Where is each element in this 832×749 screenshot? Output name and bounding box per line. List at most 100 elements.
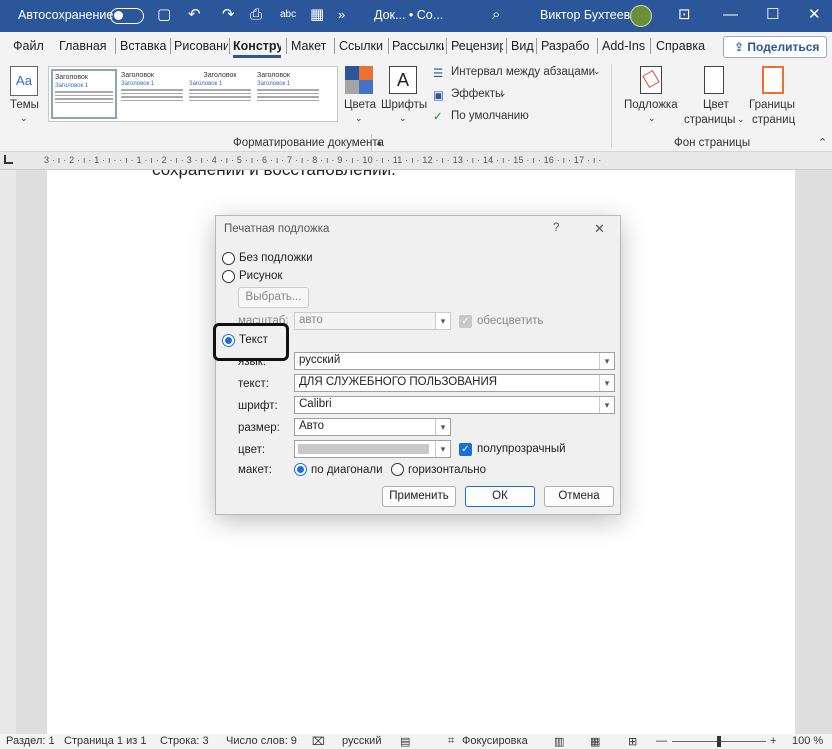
- tab-draw[interactable]: Рисовани: [174, 39, 228, 53]
- horizontal-label[interactable]: горизонтально: [408, 464, 486, 476]
- no-watermark-label[interactable]: Без подложки: [239, 252, 313, 264]
- page-color-label-2[interactable]: страницы: [684, 114, 735, 126]
- status-focus[interactable]: Фокусировка: [462, 735, 528, 747]
- share-button[interactable]: ⇪ Поделиться: [723, 36, 827, 58]
- semitransparent-label[interactable]: полупрозрачный: [477, 443, 566, 455]
- redo-icon[interactable]: ↷: [222, 6, 235, 24]
- style-set-item[interactable]: Заголовок Заголовок 1: [51, 69, 117, 119]
- themes-icon[interactable]: Aa: [10, 66, 38, 96]
- search-icon[interactable]: ⌕: [492, 6, 500, 24]
- minimize-icon[interactable]: —: [723, 6, 738, 24]
- help-icon[interactable]: ?: [553, 222, 559, 234]
- tab-references[interactable]: Ссылки: [339, 39, 383, 53]
- watermark-label[interactable]: Подложка: [624, 99, 678, 111]
- fonts-icon[interactable]: A: [389, 66, 417, 94]
- zoom-in-icon[interactable]: +: [770, 735, 776, 747]
- tab-stop-icon[interactable]: [4, 155, 13, 164]
- color-combo[interactable]: ▾: [294, 440, 451, 458]
- tab-home[interactable]: Главная: [59, 39, 107, 53]
- read-mode-icon[interactable]: ▥: [554, 735, 564, 748]
- page-borders-label[interactable]: Границы: [749, 99, 795, 111]
- cancel-button[interactable]: Отмена: [544, 486, 614, 507]
- status-words[interactable]: Число слов: 9: [226, 735, 297, 747]
- style-set-item[interactable]: Заголовок Заголовок 1: [187, 69, 253, 119]
- paragraph-spacing-icon[interactable]: ☰: [433, 66, 443, 80]
- style-set-item[interactable]: Заголовок Заголовок 1: [119, 69, 185, 119]
- watermark-icon[interactable]: [640, 66, 662, 94]
- print-layout-icon[interactable]: ▦: [590, 735, 600, 748]
- status-line[interactable]: Строка: 3: [160, 735, 209, 747]
- style-set-item[interactable]: Заголовок Заголовок 1: [255, 69, 321, 119]
- tab-developer[interactable]: Разрабо: [541, 39, 593, 53]
- select-picture-button[interactable]: Выбрать...: [238, 287, 309, 308]
- text-combo[interactable]: ДЛЯ СЛУЖЕБНОГО ПОЛЬЗОВАНИЯ ▾: [294, 374, 615, 392]
- page-borders-icon[interactable]: [762, 66, 784, 94]
- themes-label[interactable]: Темы: [10, 99, 39, 111]
- avatar[interactable]: [630, 5, 652, 27]
- picture-radio[interactable]: [222, 270, 235, 283]
- status-language[interactable]: русский: [342, 735, 381, 747]
- colors-label[interactable]: Цвета: [344, 99, 376, 111]
- status-page[interactable]: Страница 1 из 1: [64, 735, 146, 747]
- tab-file[interactable]: Файл: [13, 39, 44, 53]
- quick-access-icon[interactable]: ▦: [310, 6, 324, 24]
- proofing-icon[interactable]: ⌧: [312, 735, 325, 748]
- effects-icon[interactable]: ▣: [433, 88, 444, 102]
- save-icon[interactable]: ▢: [157, 6, 171, 24]
- page-borders-label-2[interactable]: страниц: [752, 114, 795, 126]
- effects-button[interactable]: Эффекты: [451, 88, 503, 100]
- fonts-label[interactable]: Шрифты: [381, 99, 427, 111]
- zoom-slider-thumb[interactable]: [717, 736, 721, 747]
- ribbon-display-icon[interactable]: ⊡: [678, 6, 691, 24]
- washout-checkbox[interactable]: ✓: [459, 315, 472, 328]
- maximize-icon[interactable]: ☐: [766, 6, 779, 24]
- tab-help[interactable]: Справка: [656, 39, 705, 53]
- user-name[interactable]: Виктор Бухтеев: [540, 8, 630, 22]
- tab-review[interactable]: Рецензир: [451, 39, 503, 53]
- tab-view[interactable]: Вид: [511, 39, 534, 53]
- no-watermark-radio[interactable]: [222, 252, 235, 265]
- tab-addins[interactable]: Add-Ins: [602, 39, 645, 53]
- font-combo[interactable]: Calibri ▾: [294, 396, 615, 414]
- zoom-out-icon[interactable]: —: [656, 735, 667, 747]
- more-commands-icon[interactable]: »: [338, 6, 345, 24]
- vertical-ruler[interactable]: [0, 170, 16, 734]
- spelling-icon[interactable]: abc: [280, 6, 296, 24]
- paragraph-spacing-button[interactable]: Интервал между абзацами: [451, 66, 595, 78]
- ok-button[interactable]: ОК: [465, 486, 535, 507]
- scale-combo[interactable]: авто ▾: [294, 312, 451, 330]
- web-layout-icon[interactable]: ⊞: [628, 735, 637, 748]
- size-combo[interactable]: Авто ▾: [294, 418, 451, 436]
- watermark-chevron-icon[interactable]: ⌄: [648, 113, 656, 124]
- horizontal-radio[interactable]: [391, 463, 404, 476]
- colors-chevron-icon[interactable]: ⌄: [355, 113, 363, 124]
- language-combo[interactable]: русский ▾: [294, 352, 615, 370]
- autosave-toggle[interactable]: [110, 8, 144, 24]
- tab-mailings[interactable]: Рассылки: [392, 39, 444, 53]
- print-icon[interactable]: ⎙: [250, 6, 262, 24]
- default-check-icon[interactable]: ✓: [433, 109, 443, 123]
- zoom-level[interactable]: 100 %: [792, 735, 823, 747]
- close-window-icon[interactable]: ✕: [808, 6, 821, 24]
- status-section[interactable]: Раздел: 1: [6, 735, 55, 747]
- accessibility-icon[interactable]: ▤: [400, 735, 410, 748]
- collapse-ribbon-icon[interactable]: ⌃: [818, 136, 827, 149]
- page-color-label[interactable]: Цвет: [703, 99, 729, 111]
- diagonal-radio[interactable]: [294, 463, 307, 476]
- picture-label[interactable]: Рисунок: [239, 270, 282, 282]
- colors-icon[interactable]: [345, 66, 373, 94]
- tab-design[interactable]: Конструктор: [233, 39, 281, 58]
- horizontal-ruler[interactable]: 3 · ı · 2 · ı · 1 · ı · · ı · 1 · ı · 2 …: [0, 152, 832, 170]
- set-default-button[interactable]: По умолчанию: [451, 110, 529, 122]
- apply-button[interactable]: Применить: [382, 486, 456, 507]
- diagonal-label[interactable]: по диагонали: [311, 464, 383, 476]
- focus-icon[interactable]: ⌗: [448, 735, 454, 748]
- close-icon[interactable]: ✕: [594, 221, 605, 237]
- tab-layout[interactable]: Макет: [291, 39, 326, 53]
- document-title[interactable]: Док... • Со...: [374, 8, 443, 22]
- fonts-chevron-icon[interactable]: ⌄: [399, 113, 407, 124]
- semitransparent-checkbox[interactable]: ✓: [459, 443, 472, 456]
- page-color-icon[interactable]: [704, 66, 724, 94]
- tab-insert[interactable]: Вставка: [120, 39, 166, 53]
- themes-chevron-icon[interactable]: ⌄: [20, 113, 28, 124]
